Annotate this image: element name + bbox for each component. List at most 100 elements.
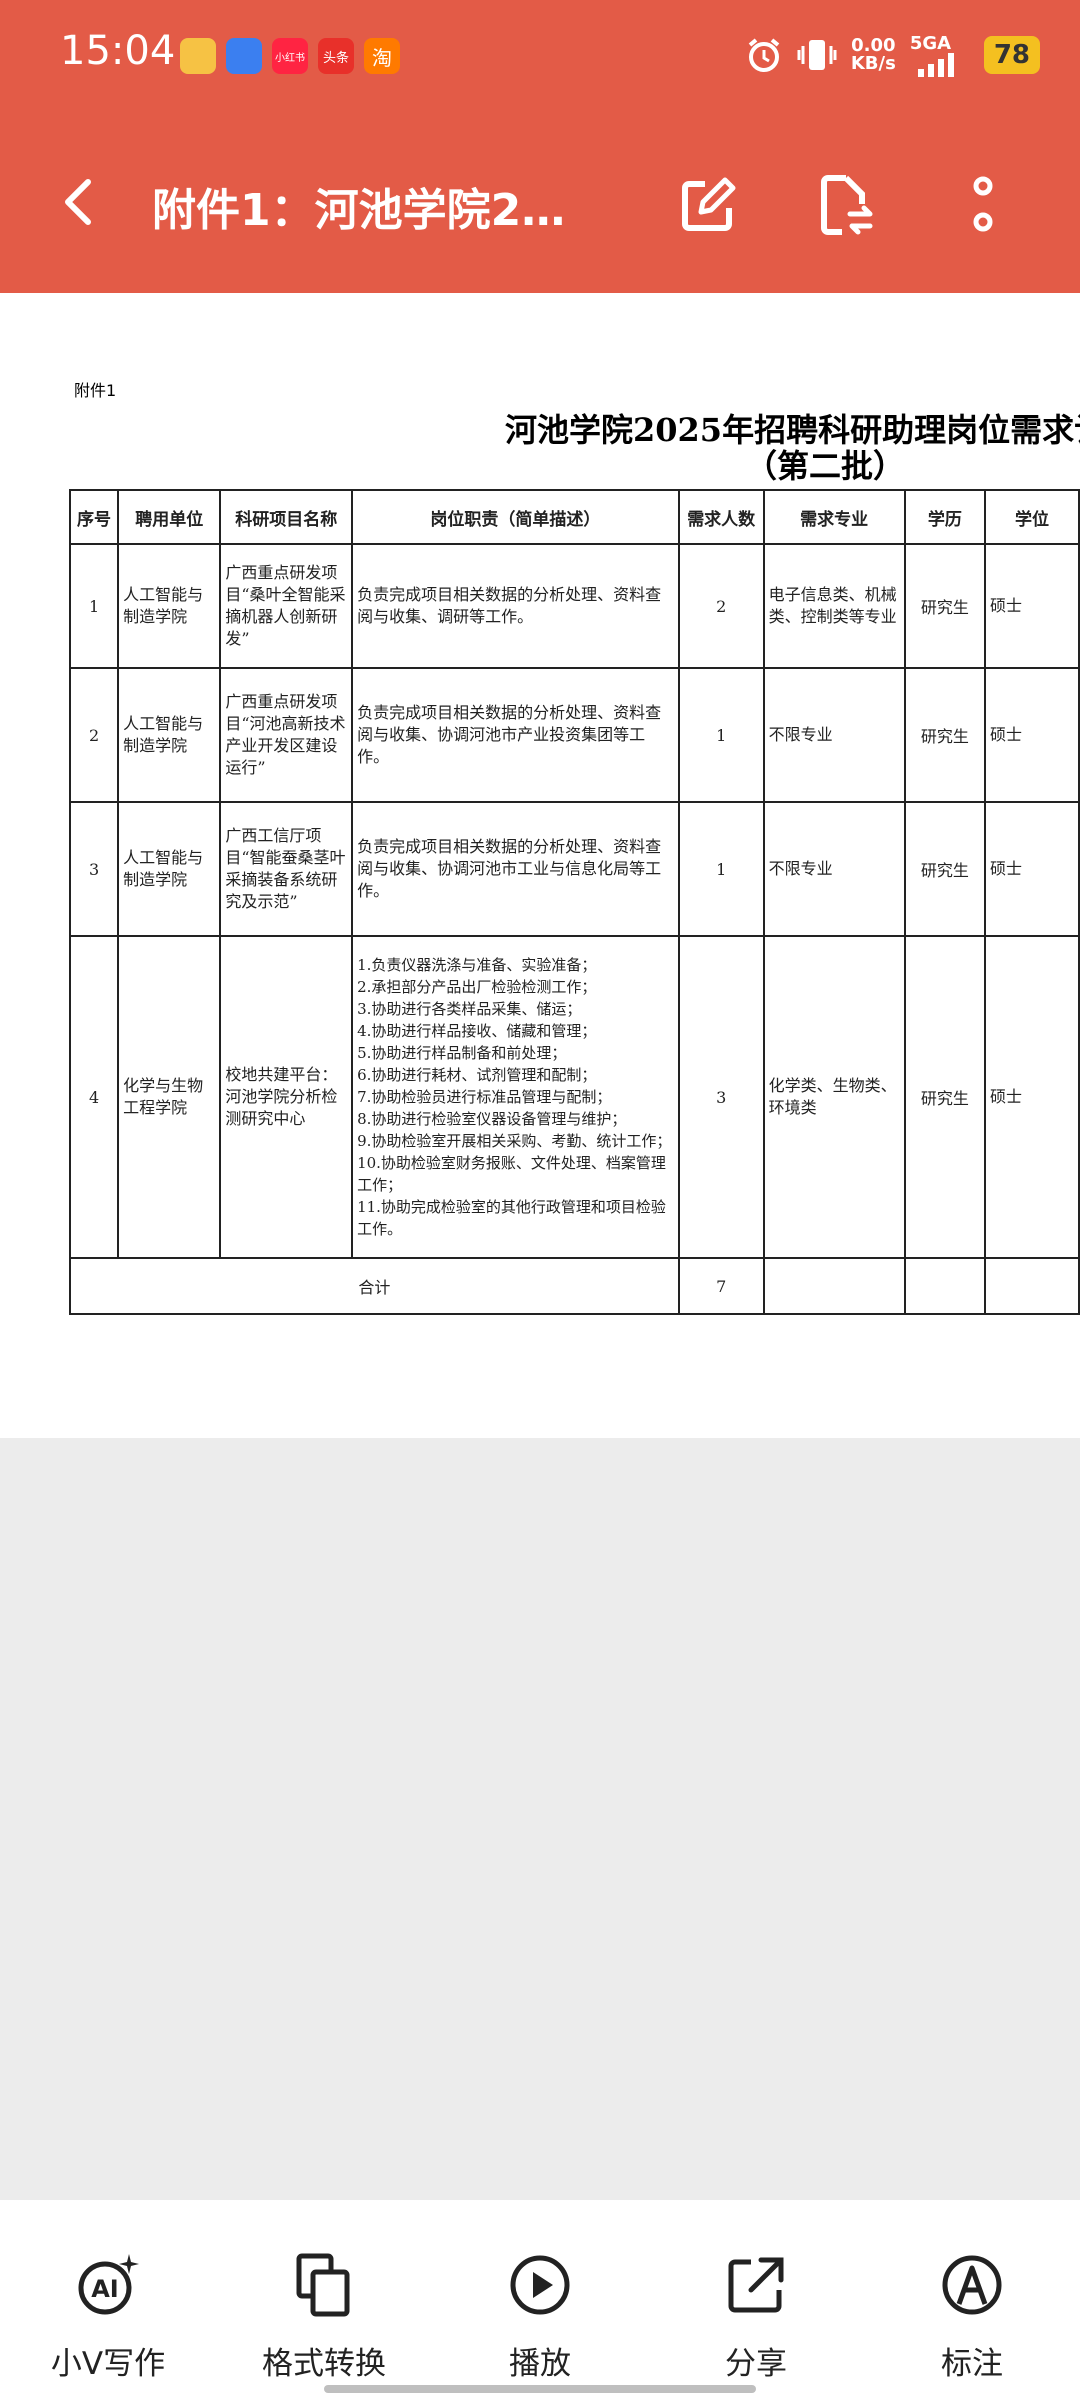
notif-taobao-icon: 淘	[364, 38, 400, 74]
cell-unit: 人工智能与制造学院	[117, 667, 222, 803]
total-row: 合计 7	[69, 1257, 1080, 1315]
alarm-icon	[748, 38, 780, 72]
edit-icon[interactable]	[675, 172, 741, 238]
share-button[interactable]: 分享	[666, 2250, 846, 2383]
cell-no: 2	[68, 667, 120, 803]
duty-item: 11.协助完成检验室的其他行政管理和项目检验工作。	[357, 1198, 666, 1238]
back-icon[interactable]	[50, 172, 110, 232]
duty-item: 6.协助进行耗材、试剂管理和配制；	[357, 1066, 597, 1084]
cell-major: 电子信息类、机械类、控制类等专业	[762, 543, 906, 669]
annotate-label: 标注	[941, 2346, 1003, 2382]
notif-wallet-icon	[180, 38, 216, 74]
vibrate-icon	[797, 40, 837, 70]
duty-item: 8.协助进行检验室仪器设备管理与维护；	[357, 1110, 627, 1128]
toolbar: 附件1：河池学院2…	[0, 150, 1080, 260]
signal: 5GA	[910, 33, 970, 77]
cell-project: 广西重点研发项目“河池高新技术产业开发区建设运行”	[219, 667, 354, 803]
cell-edu: 研究生	[903, 801, 986, 937]
duty-item: 5.协助进行样品制备和前处理；	[357, 1044, 567, 1062]
cell-no: 3	[68, 801, 120, 937]
cell-major: 不限专业	[762, 801, 906, 937]
total-empty-cell	[983, 1257, 1080, 1315]
header-duty: 岗位职责（简单描述）	[351, 489, 680, 545]
notif-toutiao-icon: 头条	[318, 38, 354, 74]
ai-write-button[interactable]: AI 小V写作	[18, 2250, 198, 2383]
bottom-action-bar: AI 小V写作 格式转换 播放 分享 标注	[0, 2200, 1080, 2400]
cell-degree: 硕士	[983, 667, 1080, 803]
header-project: 科研项目名称	[219, 489, 354, 545]
more-options-icon[interactable]	[950, 172, 1016, 238]
document-page[interactable]: 附件1 河池学院2025年招聘科研助理岗位需求计划 （第二批） 序号 聘用单位 …	[0, 293, 1080, 1438]
signal-icon	[917, 53, 954, 77]
header-major: 需求专业	[762, 489, 906, 545]
cell-count: 1	[677, 667, 765, 803]
battery-indicator: 78	[983, 36, 1040, 74]
svg-text:AI: AI	[91, 2275, 119, 2303]
duty-item: 3.协助进行各类样品采集、储运；	[357, 1000, 582, 1018]
plan-table: 序号 聘用单位 科研项目名称 岗位职责（简单描述） 需求人数 需求专业 学历 学…	[68, 489, 1080, 1315]
duty-item: 1.负责仪器洗涤与准备、实验准备；	[357, 956, 597, 974]
table-row: 3 人工智能与制造学院 广西工信厅项目“智能蚕桑茎叶采摘装备系统研究及示范” 负…	[68, 801, 1080, 937]
status-bar: 15:04 小红书 头条 淘 0.00 KB/s 5GA 78	[0, 0, 1080, 110]
duty-item: 10.协助检验室财务报账、文件处理、档案管理工作；	[357, 1154, 666, 1194]
table-header-row: 序号 聘用单位 科研项目名称 岗位职责（简单描述） 需求人数 需求专业 学历 学…	[68, 489, 1080, 545]
format-convert-button[interactable]: 格式转换	[234, 2250, 414, 2383]
play-button[interactable]: 播放	[450, 2250, 630, 2383]
cell-major: 化学类、生物类、环境类	[762, 935, 906, 1259]
cell-duty: 负责完成项目相关数据的分析处理、资料查阅与收集、协调河池市产业投资集团等工作。	[351, 667, 680, 803]
format-convert-label: 格式转换	[262, 2346, 386, 2382]
share-icon	[728, 2257, 784, 2313]
cell-unit: 化学与生物工程学院	[117, 935, 222, 1259]
notif-browser-icon	[226, 38, 262, 74]
total-count: 7	[677, 1257, 765, 1315]
cell-edu: 研究生	[903, 667, 986, 803]
format-convert-icon	[296, 2253, 350, 2317]
play-icon	[510, 2255, 570, 2315]
duty-item: 7.协助检验员进行标准品管理与配制；	[357, 1088, 612, 1106]
cell-degree: 硕士	[983, 935, 1080, 1259]
cell-count: 1	[677, 801, 765, 937]
total-label: 合计	[69, 1257, 680, 1315]
table-row: 4 化学与生物工程学院 校地共建平台：河池学院分析检测研究中心 1.负责仪器洗涤…	[68, 935, 1080, 1259]
header-edu: 学历	[903, 489, 986, 545]
cell-unit: 人工智能与制造学院	[117, 801, 222, 937]
cell-project: 广西工信厅项目“智能蚕桑茎叶采摘装备系统研究及示范”	[219, 801, 354, 937]
network-type: 5GA	[909, 33, 952, 54]
status-time: 15:04	[60, 28, 176, 74]
share-label: 分享	[725, 2346, 787, 2382]
duty-item: 9.协助检验室开展相关采购、考勤、统计工作；	[357, 1132, 672, 1150]
cell-duty: 负责完成项目相关数据的分析处理、资料查阅与收集、调研等工作。	[351, 543, 680, 669]
attachment-label: 附件1	[74, 381, 117, 400]
cell-count: 2	[677, 543, 765, 669]
table-row: 2 人工智能与制造学院 广西重点研发项目“河池高新技术产业开发区建设运行” 负责…	[68, 667, 1080, 803]
header-count: 需求人数	[677, 489, 765, 545]
cell-edu: 研究生	[903, 935, 986, 1259]
cell-edu: 研究生	[903, 543, 986, 669]
total-empty-cell	[762, 1257, 906, 1315]
cell-unit: 人工智能与制造学院	[117, 543, 222, 669]
status-right: 0.00 KB/s 5GA 78	[745, 30, 1040, 80]
cell-degree: 硕士	[983, 543, 1080, 669]
table-row: 1 人工智能与制造学院 广西重点研发项目“桑叶全智能采摘机器人创新研发” 负责完…	[68, 543, 1080, 669]
app-header: 15:04 小红书 头条 淘 0.00 KB/s 5GA 78 附件1：河池学院…	[0, 0, 1080, 293]
total-empty-cell	[903, 1257, 986, 1315]
annotate-button[interactable]: 标注	[882, 2250, 1062, 2383]
document-convert-icon[interactable]	[812, 172, 878, 238]
cell-no: 4	[68, 935, 120, 1259]
cell-degree: 硕士	[983, 801, 1080, 937]
document-title: 附件1：河池学院2…	[152, 185, 566, 236]
cell-major: 不限专业	[762, 667, 906, 803]
cell-duty: 负责完成项目相关数据的分析处理、资料查阅与收集、协调河池市工业与信息化局等工作。	[351, 801, 680, 937]
doc-subheading: （第二批）	[745, 447, 906, 485]
cell-project: 广西重点研发项目“桑叶全智能采摘机器人创新研发”	[219, 543, 354, 669]
home-indicator[interactable]	[324, 2385, 756, 2393]
net-speed: 0.00 KB/s	[851, 37, 896, 73]
duty-item: 2.承担部分产品出厂检验检测工作；	[357, 978, 597, 996]
cell-count: 3	[677, 935, 765, 1259]
ai-write-label: 小V写作	[50, 2346, 166, 2382]
header-unit: 聘用单位	[117, 489, 222, 545]
annotate-icon	[942, 2255, 1002, 2315]
net-speed-unit: KB/s	[850, 53, 896, 74]
header-no: 序号	[68, 489, 120, 545]
cell-no: 1	[68, 543, 120, 669]
